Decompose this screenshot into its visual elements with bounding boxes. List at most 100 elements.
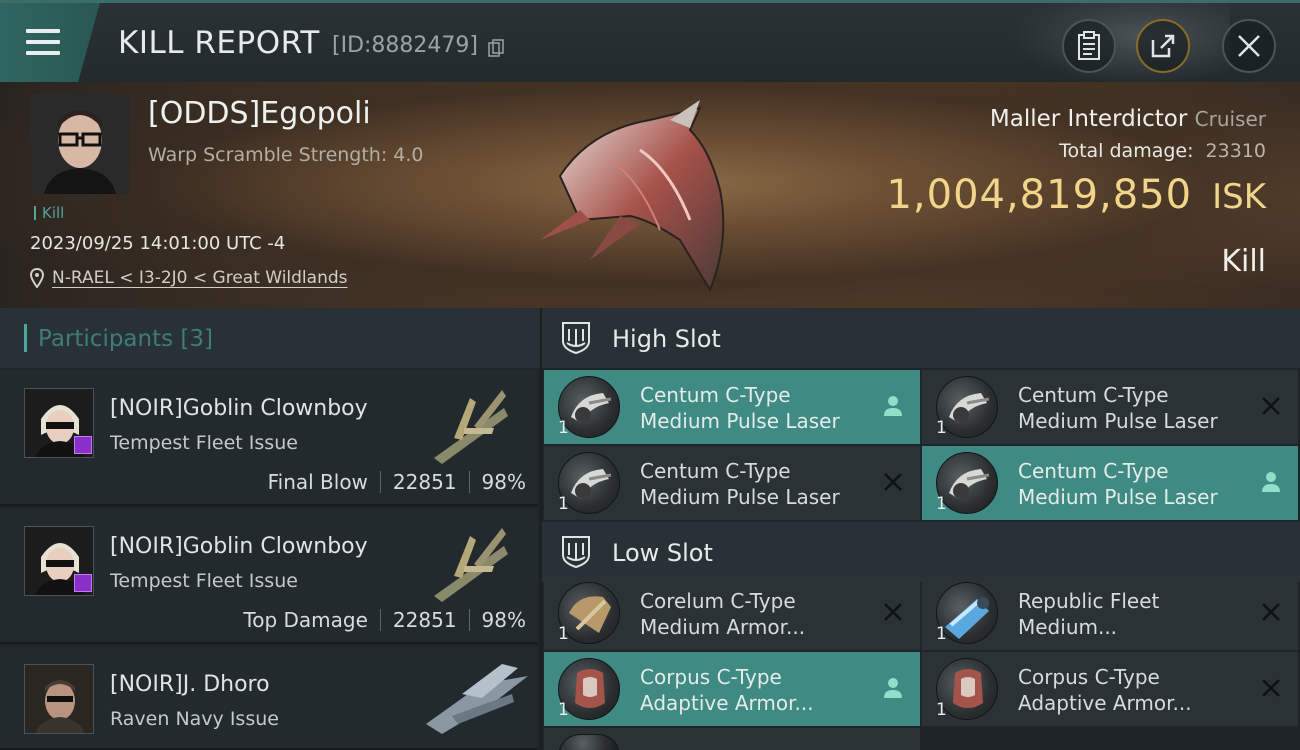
victim-ship-name[interactable]: Maller Interdictor (990, 106, 1187, 132)
module-item[interactable]: 1 Republic Fleet Medium... (922, 576, 1298, 650)
participant-damage: 22851 (392, 470, 457, 494)
participant-ship-image (434, 390, 508, 464)
module-name: Republic Fleet Medium... (1018, 589, 1160, 639)
participant-row[interactable]: [NOIR]J. Dhoro Raven Navy Issue (0, 646, 538, 750)
dropped-person-icon (884, 396, 902, 416)
copy-icon[interactable] (488, 39, 504, 57)
participant-ship: Tempest Fleet Issue (110, 432, 298, 454)
low-slot-icon (562, 536, 590, 569)
report-id: [ID:8882479] (332, 33, 478, 58)
module-name: Corpus C-Type Adaptive Armor... (1018, 665, 1192, 715)
module-quantity: 1 (936, 494, 947, 514)
kill-tag: Kill (34, 206, 64, 221)
participants-panel: Participants [3] [NOIR]Goblin Clownboy T… (0, 308, 540, 750)
total-damage-label: Total damage: (1059, 140, 1194, 162)
destroyed-x-icon (1262, 397, 1280, 415)
module-name: Corelum C-Type Medium Armor... (640, 589, 806, 639)
participant-stats: Final Blow 22851 98% (268, 470, 526, 494)
high-slot-title: High Slot (612, 325, 721, 353)
module-name: Centum C-Type Medium Pulse Laser (1018, 383, 1218, 433)
isk-unit: ISK (1212, 177, 1266, 217)
menu-icon (26, 29, 60, 55)
menu-button[interactable] (0, 3, 100, 82)
module-name: Centum C-Type Medium Pulse Laser (640, 383, 840, 433)
page-title: KILL REPORT (118, 25, 320, 61)
destroyed-x-icon (1262, 679, 1280, 697)
participant-ship-image (434, 528, 508, 602)
module-quantity: 1 (558, 494, 569, 514)
kill-location-link[interactable]: N-RAEL < I3-2J0 < Great Wildlands (52, 268, 348, 288)
module-name: Centum C-Type Medium Pulse Laser (640, 459, 840, 509)
module-item[interactable]: 1 Centum C-Type Medium Pulse Laser (544, 446, 920, 520)
module-icon (558, 734, 620, 750)
participant-ship-image (426, 664, 528, 734)
total-damage: Total damage: 23310 (1059, 140, 1266, 162)
participant-name[interactable]: [NOIR]Goblin Clownboy (110, 534, 368, 559)
victim-ship-line: Maller Interdictor Cruiser (990, 106, 1266, 132)
module-item[interactable]: 1 Corpus C-Type Adaptive Armor... (544, 652, 920, 726)
victim-subtitle: Warp Scramble Strength: 4.0 (148, 144, 424, 166)
header-decoration (1010, 3, 1230, 85)
participant-stats: Top Damage 22851 98% (243, 608, 526, 632)
module-name: Centum C-Type Medium Pulse Laser (1018, 459, 1218, 509)
isk-value: 1,004,819,850 (886, 172, 1193, 218)
participant-avatar[interactable] (24, 664, 94, 734)
module-item[interactable]: 1 Centum C-Type Medium Pulse Laser (922, 370, 1298, 444)
participant-name[interactable]: [NOIR]J. Dhoro (110, 672, 270, 697)
close-icon (1238, 35, 1260, 57)
participant-damage: 22851 (392, 608, 457, 632)
share-icon (1151, 34, 1175, 58)
destroyed-x-icon (1262, 603, 1280, 621)
corp-badge-icon (74, 436, 92, 454)
dropped-person-icon (884, 678, 902, 698)
destroyed-x-icon (884, 473, 902, 491)
close-button[interactable] (1222, 19, 1276, 73)
fitting-panel: High Slot 1 Centum C-Type Medium Pulse La… (542, 308, 1300, 750)
module-item[interactable]: 1 Corpus C-Type Adaptive Armor... (922, 652, 1298, 726)
module-name: Corpus C-Type Adaptive Armor... (640, 665, 814, 715)
participant-row[interactable]: [NOIR]Goblin Clownboy Tempest Fleet Issu… (0, 370, 538, 506)
participant-role: Final Blow (267, 470, 368, 494)
dropped-person-icon (1262, 472, 1280, 492)
module-quantity: 1 (558, 624, 569, 644)
participant-role: Top Damage (243, 608, 368, 632)
victim-portrait[interactable] (30, 94, 130, 194)
high-slot-header: High Slot (542, 308, 1300, 368)
module-quantity: 1 (936, 624, 947, 644)
module-item[interactable]: 1 Corelum C-Type Medium Armor... (544, 576, 920, 650)
module-quantity: 1 (558, 700, 569, 720)
clipboard-button[interactable] (1062, 19, 1116, 73)
participant-percent: 98% (481, 470, 526, 494)
participant-row[interactable]: [NOIR]Goblin Clownboy Tempest Fleet Issu… (0, 508, 538, 644)
participants-title: Participants [3] (38, 326, 214, 352)
participant-name[interactable]: [NOIR]Goblin Clownboy (110, 396, 368, 421)
clipboard-icon (1078, 31, 1100, 60)
participant-ship: Tempest Fleet Issue (110, 570, 298, 592)
victim-panel: [ODDS]Egopoli Warp Scramble Strength: 4.… (0, 82, 1300, 308)
victim-name[interactable]: [ODDS]Egopoli (148, 96, 371, 131)
share-button[interactable] (1136, 19, 1190, 73)
participants-header: Participants [3] (0, 308, 540, 368)
participant-percent: 98% (481, 608, 526, 632)
module-quantity: 1 (936, 700, 947, 720)
module-item[interactable]: 1 Centum C-Type Medium Pulse Laser (922, 446, 1298, 520)
low-slot-header: Low Slot (542, 522, 1300, 582)
corp-badge-icon (74, 574, 92, 592)
location-pin-icon (30, 268, 44, 288)
module-item[interactable]: 1 Centum C-Type Medium Pulse Laser (544, 370, 920, 444)
kill-result: Kill (1221, 244, 1266, 279)
victim-avatar (30, 94, 130, 194)
total-damage-value: 23310 (1205, 140, 1266, 162)
low-slot-title: Low Slot (612, 539, 713, 567)
kill-datetime: 2023/09/25 14:01:00 UTC -4 (30, 233, 286, 254)
header-bar: KILL REPORT [ID:8882479] (0, 0, 1300, 85)
high-slot-icon (562, 322, 590, 355)
destroyed-x-icon (884, 603, 902, 621)
victim-ship-class: Cruiser (1194, 107, 1266, 131)
module-quantity: 1 (936, 418, 947, 438)
module-quantity: 1 (558, 418, 569, 438)
module-item[interactable] (544, 728, 920, 750)
participant-ship: Raven Navy Issue (110, 708, 279, 730)
victim-ship-image (540, 100, 725, 293)
isk-value-line: 1,004,819,850 ISK (886, 172, 1266, 218)
